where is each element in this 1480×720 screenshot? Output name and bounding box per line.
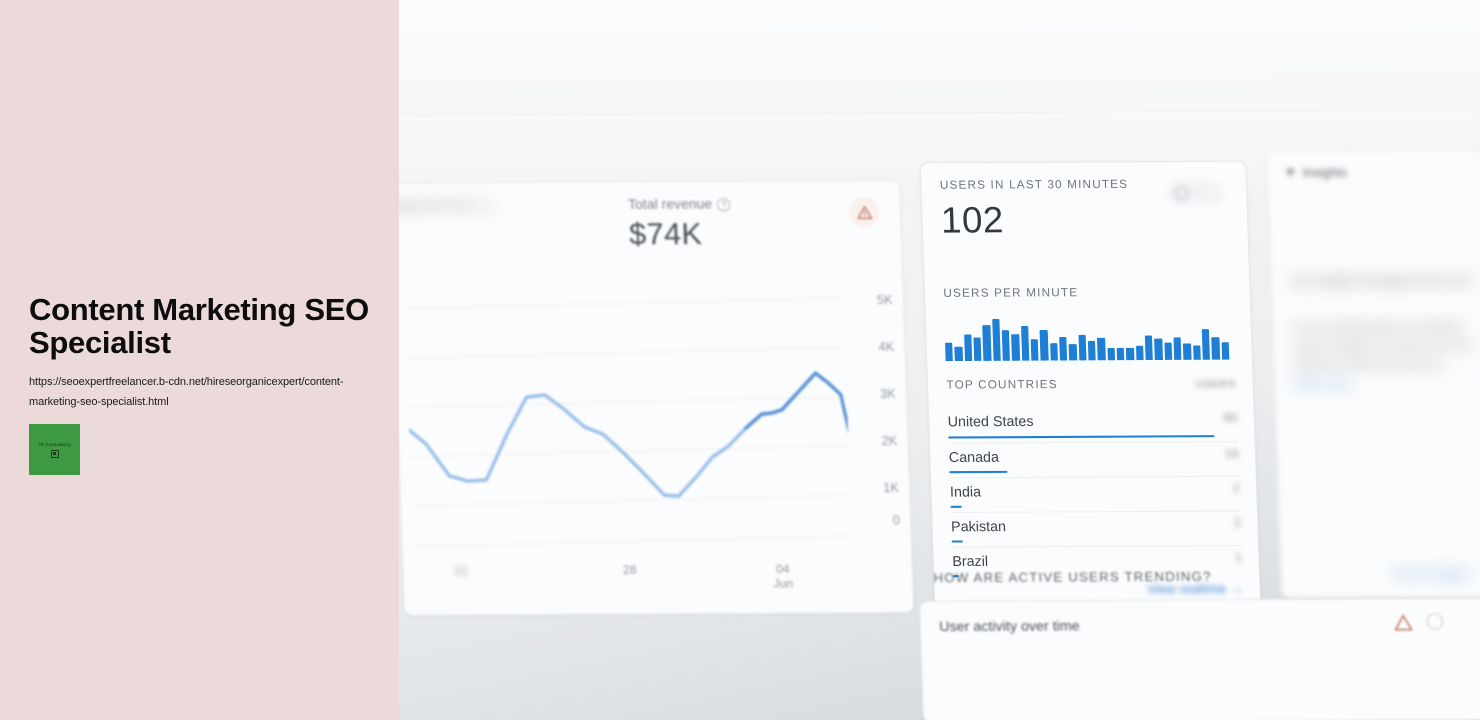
country-bar	[951, 539, 964, 543]
engagement-label: Average engagement time	[399, 197, 476, 214]
users-per-minute-bar	[1144, 336, 1154, 361]
country-users: 2	[1232, 480, 1240, 496]
users-per-minute-bar	[973, 337, 982, 361]
page-title: Content Marketing SEO Specialist	[29, 292, 369, 360]
warning-triangle-icon[interactable]	[1394, 614, 1413, 632]
users-per-minute-bar	[954, 346, 963, 362]
active-users-section-label: HOW ARE ACTIVE USERS TRENDING?	[933, 568, 1212, 586]
users-per-minute-bar	[1049, 342, 1058, 361]
insights-header: Insights	[1284, 165, 1347, 180]
realtime-options-pill[interactable]: ···	[1166, 180, 1225, 206]
country-name: Canada	[948, 448, 1000, 466]
insights-empty-title: Your insights will appear here soon	[1289, 274, 1472, 288]
users-per-minute-bar	[1107, 347, 1115, 361]
users-per-minute-bar	[1201, 329, 1211, 360]
country-bar	[948, 434, 1215, 439]
users-per-minute-bar	[1078, 334, 1087, 361]
help-circle-icon[interactable]: ?	[480, 199, 495, 213]
left-info-panel: Content Marketing SEO Specialist https:/…	[0, 0, 399, 720]
company-logo[interactable]: YE Consultancy	[29, 424, 80, 475]
users-per-minute-bar	[1116, 348, 1125, 361]
country-name: Pakistan	[950, 517, 1007, 535]
country-bar	[949, 470, 1008, 474]
users-per-minute-bar	[1192, 345, 1201, 360]
revenue-y-axis: 5K 4K 3K 2K 1K 0	[847, 287, 901, 555]
page-url[interactable]: https://seoexpertfreelancer.b-cdn.net/hi…	[29, 372, 359, 413]
insights-title: Insights	[1302, 165, 1347, 180]
more-icon: ···	[1192, 186, 1208, 200]
logo-text: YE Consultancy	[38, 441, 71, 447]
sparkle-icon	[1285, 166, 1296, 177]
users-per-minute-bar	[1020, 326, 1030, 361]
country-name: Brazil	[952, 552, 989, 570]
users-per-minute-bar	[1030, 339, 1039, 361]
analytics-dashboard-photo: Average engagement time? 51s Total reven…	[399, 0, 1480, 720]
country-row[interactable]: India 2	[949, 475, 1241, 512]
y-tick: 5K	[876, 293, 893, 308]
users-per-minute-bars	[944, 311, 1230, 362]
y-tick: 2K	[881, 433, 898, 449]
insights-learn-more-link[interactable]: Learn more	[1293, 378, 1351, 391]
users-per-minute-bar	[1164, 342, 1173, 360]
country-name: India	[949, 483, 982, 500]
country-users: 80	[1223, 410, 1238, 425]
country-users: 1	[1234, 550, 1243, 565]
user-activity-title: User activity over time	[938, 617, 1080, 635]
top-countries-list: United States 80 Canada 16 India 2 Pakistan 2 Br…	[947, 406, 1243, 582]
y-tick: 1K	[882, 480, 900, 495]
y-tick: 4K	[878, 339, 895, 355]
users-per-minute-bar	[1154, 338, 1163, 360]
users-per-minute-bar	[982, 325, 992, 361]
country-users: 2	[1233, 515, 1242, 530]
see-all-insights-link[interactable]: See all insights →	[1392, 568, 1480, 581]
users-per-minute-bar	[1211, 337, 1220, 360]
clock-icon	[1174, 186, 1189, 200]
users-per-minute-bar	[991, 318, 1001, 361]
revenue-value: $74K	[628, 217, 703, 252]
country-row[interactable]: Pakistan 2	[950, 510, 1242, 547]
user-activity-card: User activity over time	[918, 597, 1480, 720]
users-per-minute-bar	[1097, 337, 1106, 361]
users-per-minute-bar	[1087, 340, 1096, 361]
more-circle-icon[interactable]	[1426, 613, 1444, 630]
revenue-line-chart	[404, 287, 853, 557]
insights-card: Insights Your insights will appear here …	[1266, 149, 1480, 599]
users-per-minute-bar	[1221, 341, 1230, 360]
users-per-minute-bar	[1011, 333, 1020, 361]
users-per-minute-bar	[1039, 329, 1049, 361]
country-row[interactable]: Canada 16	[948, 441, 1240, 478]
country-row[interactable]: United States 80	[947, 406, 1238, 442]
engagement-value: 51s	[399, 219, 495, 255]
warning-triangle-icon[interactable]	[848, 197, 881, 229]
engagement-metric: Average engagement time? 51s	[399, 197, 495, 254]
users-per-minute-bar	[1173, 337, 1182, 360]
users-per-minute-bar	[1068, 344, 1077, 361]
revenue-card: Average engagement time? 51s Total reven…	[399, 179, 915, 616]
top-countries-label: TOP COUNTRIES	[946, 378, 1059, 392]
realtime-card: USERS IN LAST 30 MINUTES 102 ··· USERS P…	[919, 160, 1262, 609]
users-per-minute-bar	[963, 334, 973, 361]
country-users: 16	[1224, 446, 1239, 461]
y-tick: 3K	[879, 386, 896, 402]
users-per-minute-bar	[1135, 345, 1144, 361]
country-name: United States	[947, 412, 1034, 430]
users-column-label: USERS	[1195, 378, 1237, 391]
users-per-minute-label: USERS PER MINUTE	[943, 286, 1079, 300]
building-icon	[50, 449, 59, 458]
users-per-minute-bar	[945, 342, 954, 362]
users-per-minute-bar	[1183, 343, 1192, 360]
top-countries-header: TOP COUNTRIES USERS	[946, 378, 1236, 392]
y-tick: 0	[892, 513, 901, 528]
help-circle-icon[interactable]: ?	[717, 198, 731, 212]
revenue-metric: Total revenue? $74K	[628, 196, 732, 253]
revenue-label: Total revenue	[627, 196, 713, 212]
revenue-x-axis: 21 28 04 Jun	[454, 561, 794, 591]
users-per-minute-bar	[1126, 347, 1134, 361]
users-per-minute-bar	[1001, 330, 1011, 361]
country-bar	[950, 505, 963, 508]
insights-empty-body: As the reporting data accumulates, custo…	[1291, 320, 1472, 391]
users-per-minute-bar	[1059, 336, 1068, 361]
